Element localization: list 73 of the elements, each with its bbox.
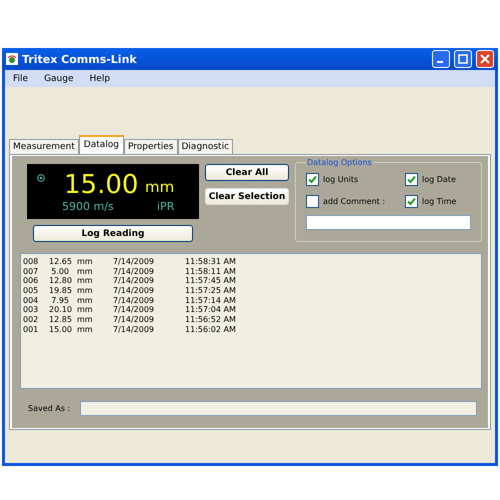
log-cell-text: mm [77, 324, 94, 335]
checkmark-icon [308, 174, 317, 184]
log-cell-text: 5.00 [50, 266, 70, 276]
log-cell-text: 7/14/2009 [113, 257, 156, 267]
menu-item[interactable]: File [5, 74, 36, 84]
clear-selection-button[interactable]: Clear Selection [205, 188, 289, 205]
log-cell-text: 7/14/2009 [113, 315, 156, 325]
log-cell-text: 11:56:02 AM [185, 324, 237, 335]
checkbox-option[interactable]: log Units [306, 171, 405, 187]
log-cell-text: 7/14/2009 [113, 286, 156, 296]
saved-as-label: Saved As : [28, 404, 70, 413]
log-cell-text: 11:56:52 AM [185, 315, 237, 325]
close-icon [480, 54, 490, 64]
log-cell-text: 11:58:31 AM [185, 257, 237, 267]
log-cell-text: 7/14/2009 [113, 324, 156, 335]
log-cell-text: 002 [23, 315, 40, 325]
log-cell-text: 7/14/2009 [113, 266, 156, 276]
log-cell-text: mm [77, 257, 94, 267]
log-cell-text: 11:57:04 AM [185, 305, 237, 316]
checkmark-icon [407, 174, 416, 184]
app-icon [6, 53, 18, 65]
log-cell-text: 19.85 [49, 286, 73, 296]
log-cell-text: 005 [23, 286, 40, 296]
reading-value: 15.00 [64, 170, 138, 200]
checkbox-option[interactable]: add Comment : [306, 193, 405, 209]
clear-all-button[interactable]: Clear All [205, 164, 289, 181]
log-cell-text: 15.00 [49, 324, 73, 335]
minimize-button[interactable] [432, 50, 450, 68]
tab[interactable]: Measurement [9, 139, 79, 154]
window-title: Tritex Comms-Link [22, 52, 138, 66]
log-cell-text: mm [77, 305, 94, 316]
log-cell-text: 001 [23, 324, 40, 335]
log-cell-text: mm [77, 286, 94, 296]
velocity-text: 5900 m/s [62, 200, 114, 213]
group-title: Datalog Options [306, 158, 373, 167]
log-cell-text: 003 [23, 305, 40, 316]
log-cell-text: mm [77, 276, 94, 286]
log-cell-text: 004 [23, 296, 40, 306]
log-cell-text: 12.65 [49, 257, 73, 267]
checkbox-option[interactable]: log Time [405, 193, 471, 209]
tab[interactable]: Datalog [78, 135, 124, 154]
log-cell-text: 7/14/2009 [113, 276, 156, 286]
log-cell-text: mm [77, 315, 94, 325]
close-button[interactable] [476, 50, 494, 68]
log-cell-text: 11:57:45 AM [185, 276, 237, 286]
checkbox-option[interactable]: log Date [405, 171, 471, 187]
log-cell-text: 11:57:14 AM [185, 296, 237, 306]
log-cell-text: 12.85 [49, 315, 73, 325]
log-reading-button[interactable]: Log Reading [33, 225, 193, 242]
log-cell-text: 006 [23, 276, 40, 286]
log-cell-text: 12.80 [49, 276, 73, 286]
maximize-icon [458, 54, 468, 64]
log-cell-text: 7.95 [50, 296, 70, 306]
checkmark-icon [407, 196, 416, 206]
maximize-button[interactable] [454, 50, 472, 68]
log-cell-text: 11:58:11 AM [185, 266, 237, 276]
comment-field[interactable] [306, 215, 471, 230]
log-cell-text: 007 [23, 266, 40, 276]
log-cell-text: 7/14/2009 [113, 305, 156, 316]
saved-as-field[interactable] [80, 401, 477, 416]
log-cell-text: mm [77, 266, 94, 276]
log-cell-text: mm [77, 296, 94, 306]
reading-unit: mm [145, 178, 174, 196]
log-cell-text: 11:57:25 AM [185, 286, 237, 296]
menu-item[interactable]: Help [82, 74, 118, 84]
mode-text: iPR [157, 200, 174, 213]
radio-icon [37, 174, 45, 182]
tab[interactable]: Diagnostic [178, 139, 234, 154]
menu-item[interactable]: Gauge [36, 74, 82, 84]
log-cell-text: 7/14/2009 [113, 296, 156, 306]
tab[interactable]: Properties [124, 139, 178, 154]
log-cell-text: 20.10 [49, 305, 73, 316]
log-cell-text: 008 [23, 257, 40, 267]
